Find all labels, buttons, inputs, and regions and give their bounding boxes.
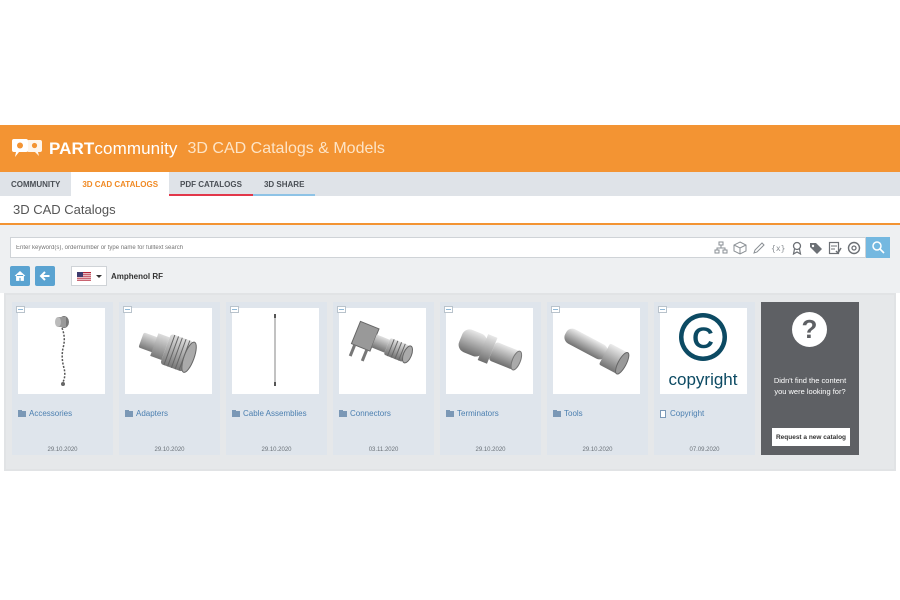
catalog-thumbnail (339, 308, 426, 394)
page-title-bar: 3D CAD Catalogs (0, 196, 900, 225)
tags-icon[interactable] (809, 241, 823, 255)
page-title: 3D CAD Catalogs (13, 202, 116, 217)
catalog-date: 29.10.2020 (154, 447, 185, 453)
award-icon[interactable] (790, 241, 804, 255)
main-tabs: COMMUNITY 3D CAD CATALOGS PDF CATALOGS 3… (0, 172, 900, 196)
tab-community[interactable]: COMMUNITY (0, 172, 71, 196)
catalog-grid: Accessories 29.10.2020 Adapters 29.10.20… (4, 293, 896, 471)
logo-text: PARTcommunity (49, 138, 178, 158)
folder-icon (232, 409, 240, 417)
document-icon (660, 409, 666, 418)
tab-pdf-catalogs[interactable]: PDF CATALOGS (169, 172, 253, 196)
folder-icon (125, 409, 133, 417)
back-button[interactable] (35, 266, 55, 286)
arrow-left-icon (39, 271, 50, 281)
hierarchy-icon[interactable] (714, 241, 728, 255)
app-window: PARTcommunity 3D CAD Catalogs & Models C… (0, 125, 900, 475)
cable-assemblies-image (274, 314, 276, 386)
folder-icon (446, 409, 454, 417)
app-title: 3D CAD Catalogs & Models (187, 139, 385, 157)
terminators-image (458, 329, 523, 371)
folder-icon (18, 409, 26, 417)
catalog-badge (658, 306, 667, 313)
top-header: PARTcommunity 3D CAD Catalogs & Models (0, 125, 900, 172)
catalog-card-cable-assemblies[interactable]: Cable Assemblies 29.10.2020 (226, 302, 327, 455)
3d-cube-icon[interactable] (733, 240, 747, 255)
search-area: {x} (0, 225, 900, 293)
catalog-label[interactable]: Terminators (446, 409, 499, 418)
request-catalog-button[interactable]: Request a new catalog (772, 428, 850, 446)
language-select[interactable] (71, 266, 107, 286)
adapters-image (138, 332, 197, 373)
catalog-card-tools[interactable]: Tools 29.10.2020 (547, 302, 648, 455)
catalog-thumbnail (553, 308, 640, 394)
partcommunity-logo-icon (12, 138, 42, 157)
catalog-date: 03.11.2020 (368, 447, 399, 453)
at-sign-icon[interactable] (847, 241, 861, 255)
catalog-badge (16, 306, 25, 313)
catalog-card-connectors[interactable]: Connectors 03.11.2020 (333, 302, 434, 455)
catalog-date: 29.10.2020 (261, 447, 292, 453)
catalog-label[interactable]: Cable Assemblies (232, 409, 307, 418)
nav-row: Amphenol RF (10, 265, 890, 287)
catalog-date: 29.10.2020 (582, 447, 613, 453)
catalog-thumbnail (125, 308, 212, 394)
checklist-icon[interactable] (828, 241, 842, 255)
catalog-label[interactable]: Tools (553, 409, 583, 418)
tab-3d-share[interactable]: 3D SHARE (252, 172, 316, 196)
catalog-label[interactable]: Adapters (125, 409, 168, 418)
request-catalog-card: ? Didn't find the content you were looki… (761, 302, 859, 455)
chevron-down-icon (95, 274, 102, 278)
logo[interactable]: PARTcommunity (10, 137, 178, 161)
catalog-thumbnail (18, 308, 105, 394)
breadcrumb-brand: Amphenol RF (111, 271, 163, 281)
help-text: Didn't find the content you were looking… (773, 376, 847, 396)
catalog-badge (230, 306, 239, 313)
catalog-date: 29.10.2020 (475, 447, 506, 453)
search-tools: {x} (709, 240, 865, 255)
catalog-card-accessories[interactable]: Accessories 29.10.2020 (12, 302, 113, 455)
search-box: {x} (10, 237, 866, 258)
catalog-thumbnail (232, 308, 319, 394)
folder-icon (339, 409, 347, 417)
catalog-badge (444, 306, 453, 313)
tab-3d-cad-catalogs[interactable]: 3D CAD CATALOGS (71, 172, 170, 196)
catalog-thumbnail (446, 308, 533, 394)
search-input[interactable] (16, 244, 656, 251)
home-icon (14, 270, 26, 281)
catalog-badge (551, 306, 560, 313)
question-mark-icon: ? (792, 312, 827, 347)
catalog-card-copyright[interactable]: C copyright Copyright 07.09.2020 (654, 302, 755, 455)
variable-icon[interactable]: {x} (771, 241, 785, 255)
home-button[interactable] (10, 266, 30, 286)
accessories-image (55, 316, 69, 386)
catalog-thumbnail: C copyright (660, 308, 747, 394)
catalog-date: 07.09.2020 (689, 447, 720, 453)
svg-text:copyright: copyright (669, 370, 738, 389)
tools-image (564, 328, 630, 375)
pencil-icon[interactable] (752, 241, 766, 255)
search-icon (871, 241, 885, 254)
search-button[interactable] (866, 237, 890, 258)
svg-text:{x}: {x} (771, 244, 785, 253)
catalog-label[interactable]: Copyright (660, 409, 704, 418)
catalog-badge (337, 306, 346, 313)
folder-icon (553, 409, 561, 417)
catalog-date: 29.10.2020 (47, 447, 78, 453)
catalog-label[interactable]: Connectors (339, 409, 391, 418)
catalog-label[interactable]: Accessories (18, 409, 72, 418)
connectors-image (348, 320, 414, 364)
catalog-badge (123, 306, 132, 313)
us-flag-icon (76, 271, 91, 281)
catalog-list: Accessories 29.10.2020 Adapters 29.10.20… (12, 302, 859, 455)
svg-text:C: C (692, 322, 714, 355)
catalog-card-adapters[interactable]: Adapters 29.10.2020 (119, 302, 220, 455)
copyright-image: C copyright (669, 313, 738, 389)
search-row: {x} (10, 237, 890, 258)
catalog-card-terminators[interactable]: Terminators 29.10.2020 (440, 302, 541, 455)
